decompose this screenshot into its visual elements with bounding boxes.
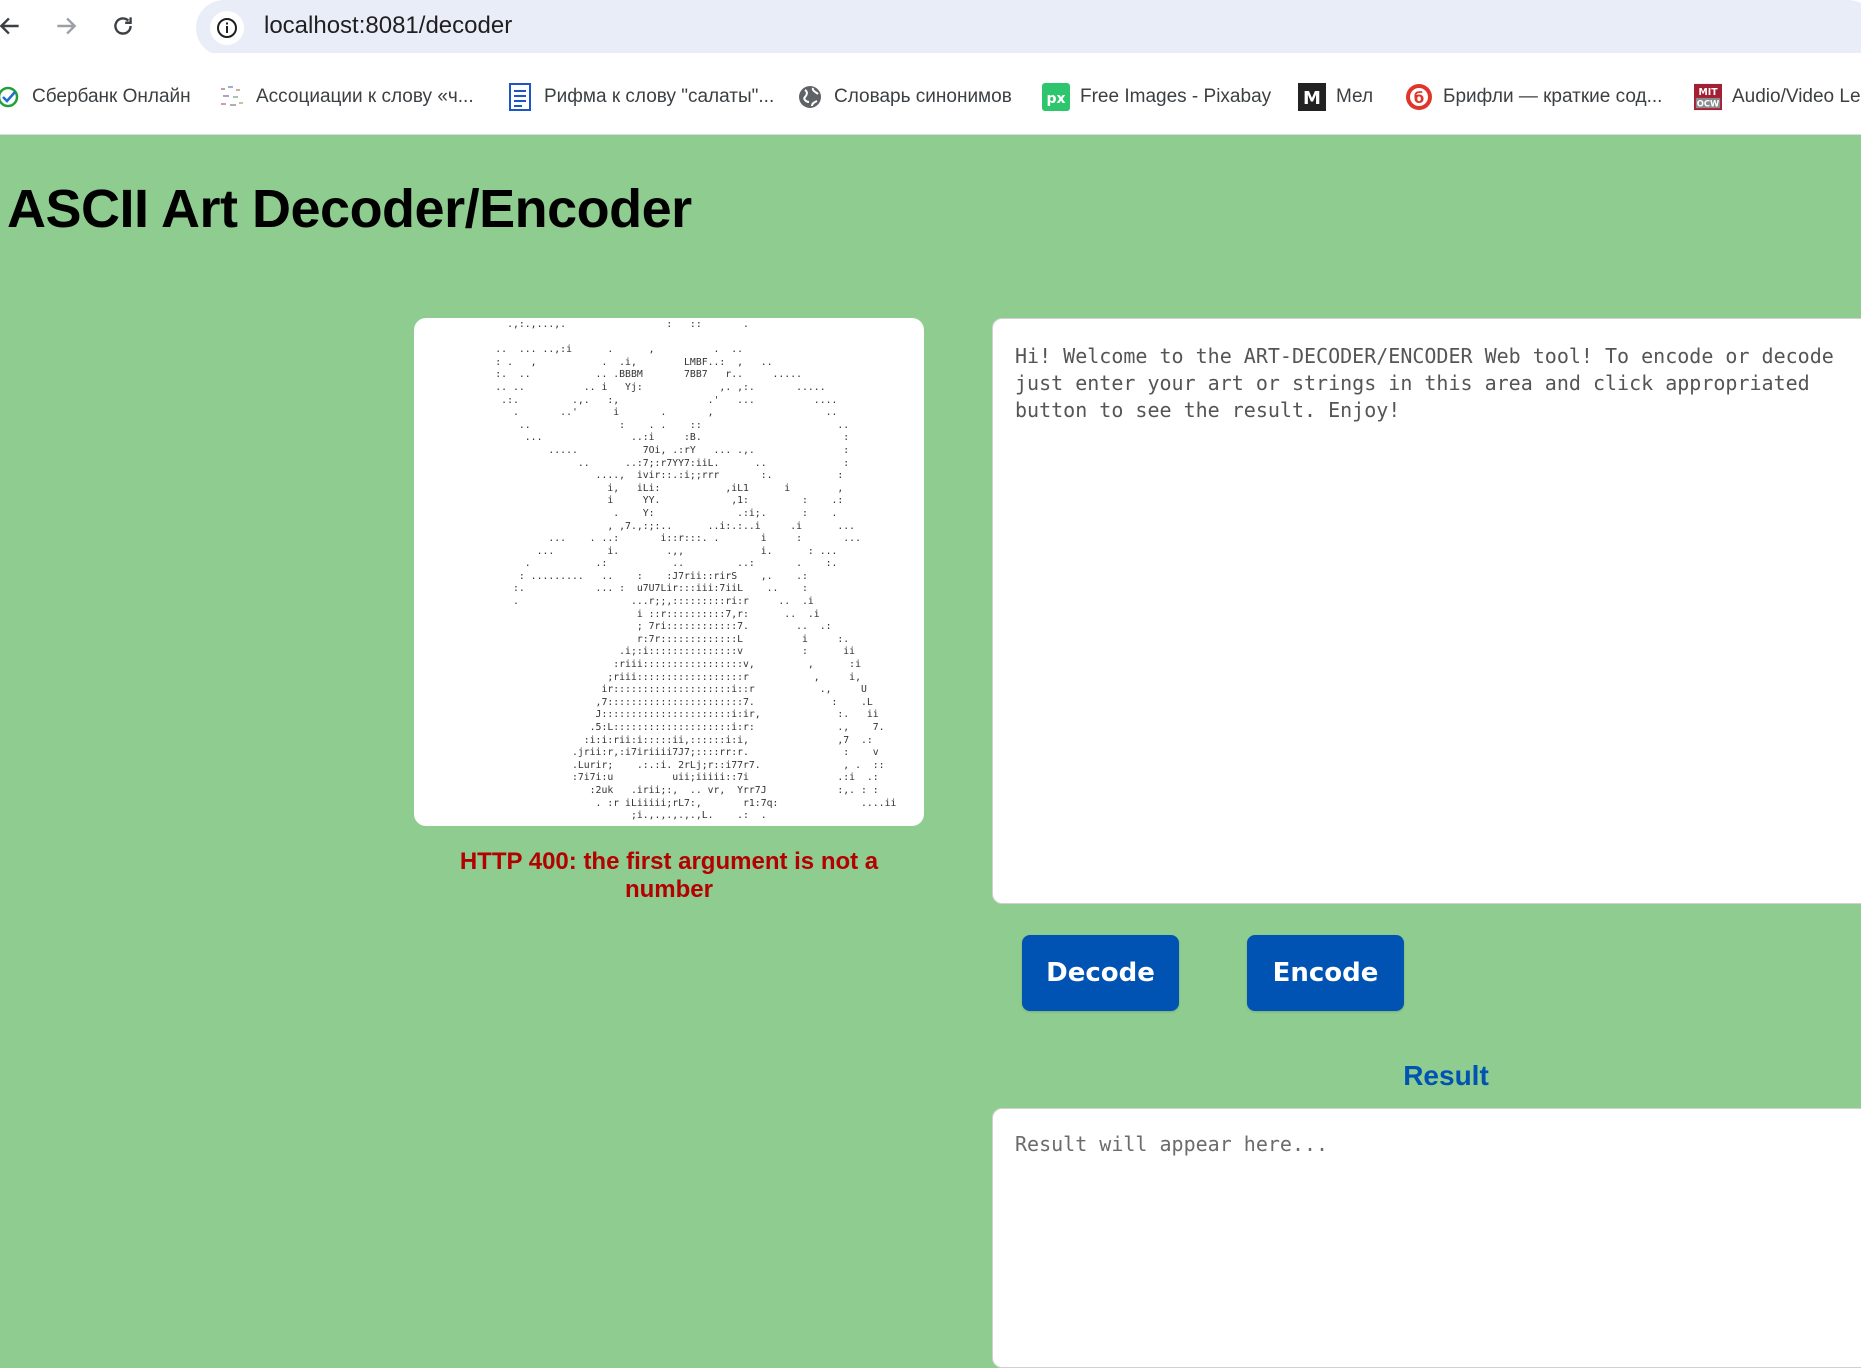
error-message: HTTP 400: the first argument is not a nu…	[459, 848, 879, 903]
svg-text:px: px	[1046, 91, 1065, 107]
result-heading: Result	[1403, 1060, 1489, 1091]
bookmark-mel[interactable]: M Мел	[1298, 77, 1373, 117]
bookmark-label: Словарь синонимов	[834, 86, 1012, 107]
forward-button[interactable]	[44, 4, 88, 48]
associations-icon	[218, 83, 246, 111]
svg-text:MIT: MIT	[1698, 87, 1718, 98]
encode-button[interactable]: Encode	[1247, 935, 1404, 1011]
site-info-icon[interactable]	[210, 11, 244, 45]
address-bar[interactable]: localhost:8081/decoder	[196, 0, 1861, 56]
bookmark-label: Брифли — краткие сод...	[1443, 86, 1663, 107]
address-bar-url[interactable]: localhost:8081/decoder	[264, 12, 512, 40]
mel-icon: M	[1298, 83, 1326, 111]
svg-text:M: M	[1303, 88, 1321, 109]
decode-button[interactable]: Decode	[1022, 935, 1179, 1011]
bookmark-label: Free Images - Pixabay	[1080, 86, 1272, 107]
svg-text:б: б	[1414, 89, 1424, 107]
bookmark-label: Рифма к слову "салаты"...	[544, 86, 775, 107]
mit-ocw-icon: MIT OCW	[1694, 83, 1722, 111]
bookmark-label: Мел	[1336, 86, 1374, 107]
briefly-icon: б	[1405, 83, 1433, 111]
bookmark-label: Сбербанк Онлайн	[32, 86, 191, 107]
bookmark-label: Audio/Video Le	[1732, 86, 1861, 107]
back-arrow-icon	[0, 17, 19, 35]
browser-toolbar: localhost:8081/decoder	[0, 0, 1861, 56]
ascii-art-image: .,:.,...,. : :: . .. ... ..,:i . , . .. …	[495, 319, 897, 822]
document-icon	[506, 83, 534, 111]
result-textarea[interactable]	[992, 1108, 1861, 1368]
bookmark-mit-ocw[interactable]: MIT OCW Audio/Video Le	[1694, 77, 1861, 117]
bookmarks-bar: Сбербанк Онлайн Ассоциации к слову «ч...…	[0, 53, 1861, 135]
forward-arrow-icon	[57, 17, 77, 35]
bookmark-sberbank[interactable]: Сбербанк Онлайн	[0, 77, 191, 117]
bookmark-pixabay[interactable]: px Free Images - Pixabay	[1042, 77, 1271, 117]
reload-button[interactable]	[101, 4, 145, 48]
globe-icon	[796, 83, 824, 111]
art-input-textarea[interactable]: Hi! Welcome to the ART-DECODER/ENCODER W…	[992, 318, 1861, 904]
pixabay-icon: px	[1042, 83, 1070, 111]
ascii-art-preview: .,:.,...,. : :: . .. ... ..,:i . , . .. …	[414, 318, 924, 826]
page-title: ASCII Art Decoder/Encoder	[7, 179, 692, 239]
bookmark-label: Ассоциации к слову «ч...	[256, 86, 474, 107]
bookmark-briefly[interactable]: б Брифли — краткие сод...	[1405, 77, 1662, 117]
bookmark-synonyms[interactable]: Словарь синонимов	[796, 77, 1012, 117]
bookmark-associations[interactable]: Ассоциации к слову «ч...	[218, 77, 474, 117]
sberbank-icon	[0, 83, 22, 111]
back-button[interactable]	[0, 4, 32, 48]
reload-icon	[114, 17, 132, 35]
svg-text:OCW: OCW	[1697, 98, 1720, 108]
bookmark-rhyme[interactable]: Рифма к слову "салаты"...	[506, 77, 774, 117]
